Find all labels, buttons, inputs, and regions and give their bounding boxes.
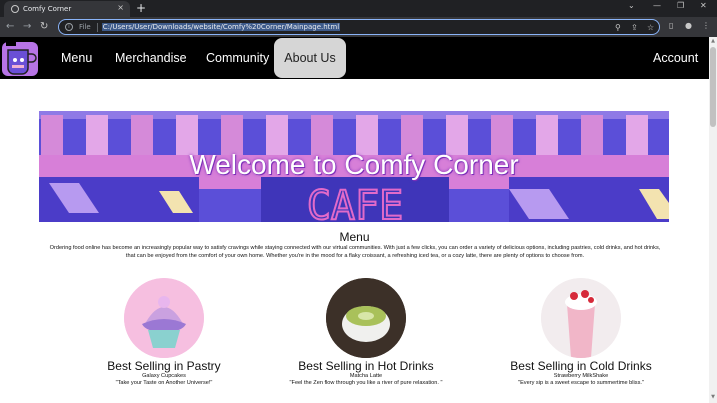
nav-about-us[interactable]: About Us [274,38,346,78]
tab-close-icon[interactable]: × [117,3,124,12]
tab-title: Comfy Corner [23,5,72,13]
page-scrollbar[interactable]: ▲ ▼ [709,37,717,403]
pastry-category: Best Selling in Pastry [107,359,221,373]
hero-banner: CAFE Welcome to Comfy Corner [39,111,669,222]
cold-drinks-quote: "Every sip is a sweet escape to summerti… [518,380,644,386]
nav-menu[interactable]: Menu [61,37,92,79]
pastry-quote: "Take your Taste on Another Universe!" [115,380,213,386]
nav-merchandise[interactable]: Merchandise [115,37,187,79]
scroll-up-icon[interactable]: ▲ [709,38,717,44]
minimize-icon[interactable]: — [653,1,661,10]
hot-drinks-item-name: Matcha Latte [349,373,383,379]
menu-heading: Menu [339,230,370,244]
zoom-icon[interactable]: ⚲ [615,23,621,32]
browser-toolbar: ← → ↻ i File C:/Users/User/Downloads/web… [0,17,717,37]
back-icon[interactable]: ← [6,20,14,34]
cold-drinks-category: Best Selling in Cold Drinks [510,359,652,373]
hot-drinks-card: Best Selling in Hot Drinks Matcha Latte … [266,278,466,387]
window-close-icon[interactable]: ✕ [700,1,707,10]
file-label: File [79,23,91,31]
cupcake-image [124,278,204,358]
strawberry-milkshake-image [541,278,621,358]
cafe-sign-text: CAFE [307,183,403,222]
cold-drinks-item-name: Strawberry MilkShake [553,373,609,379]
tab-search-icon[interactable]: ⌄ [628,1,635,10]
scrollbar-thumb[interactable] [710,47,716,127]
site-navbar: Menu Merchandise Community About Us Acco… [0,37,709,79]
hot-drinks-quote: "Feel the Zen flow through you like a ri… [289,380,443,386]
scroll-down-icon[interactable]: ▼ [709,394,717,400]
menu-kebab-icon[interactable]: ⋮ [702,21,710,30]
browser-tab-bar: Comfy Corner × + ⌄ — ❐ ✕ [0,0,717,17]
cold-drinks-card: Best Selling in Cold Drinks Strawberry M… [481,278,681,387]
restore-icon[interactable]: ❐ [677,1,684,10]
info-icon[interactable]: i [65,23,73,31]
share-icon[interactable]: ⇪ [631,23,638,32]
globe-icon [11,5,19,13]
new-tab-button[interactable]: + [136,1,146,15]
url-text[interactable]: C:/Users/User/Downloads/website/Comfy%20… [101,23,341,31]
bookmark-star-icon[interactable]: ☆ [647,23,654,32]
browser-tab[interactable]: Comfy Corner × [4,1,130,17]
omnibox-divider [96,22,98,32]
side-panel-icon[interactable]: ▯ [669,21,673,30]
reload-icon[interactable]: ↻ [40,20,48,34]
menu-intro-text: Ordering food online has become an incre… [49,245,661,259]
address-bar[interactable]: i File C:/Users/User/Downloads/website/C… [58,19,660,35]
hot-drinks-category: Best Selling in Hot Drinks [298,359,434,373]
banner-title: Welcome to Comfy Corner [189,149,519,180]
forward-icon[interactable]: → [23,20,31,34]
pastry-card: Best Selling in Pastry Galaxy Cupcakes "… [64,278,264,387]
nav-account[interactable]: Account [653,37,698,79]
nav-community[interactable]: Community [206,37,269,79]
profile-icon[interactable]: ● [685,21,692,30]
comfy-corner-logo[interactable] [0,38,40,78]
pastry-item-name: Galaxy Cupcakes [142,373,186,379]
matcha-latte-image [326,278,406,358]
